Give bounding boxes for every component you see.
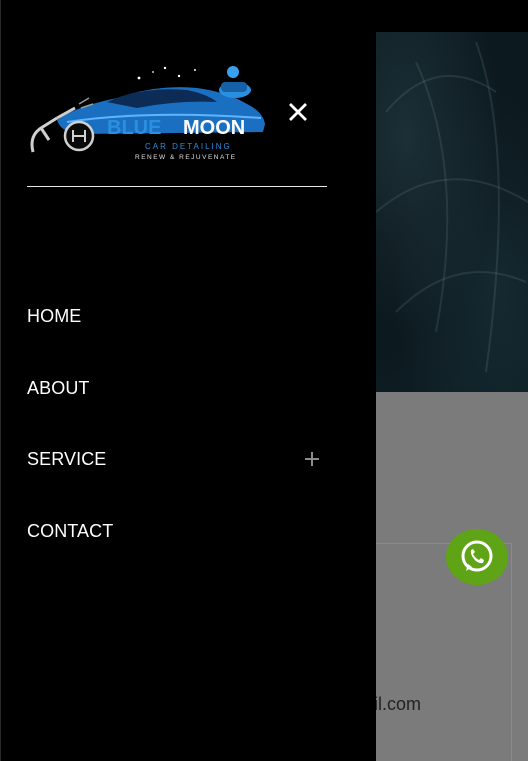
- whatsapp-button[interactable]: [446, 529, 508, 585]
- menu-item-home[interactable]: HOME: [27, 280, 327, 352]
- brand-name-part2: MOON: [183, 117, 245, 139]
- hero-image: [376, 32, 528, 392]
- menu-item-contact[interactable]: CONTACT: [27, 495, 327, 567]
- menu-item-label: HOME: [27, 305, 82, 326]
- drawer-divider: [27, 186, 327, 187]
- close-menu-button[interactable]: [285, 99, 311, 125]
- brand-tagline: RENEW & REJUVENATE: [135, 154, 237, 161]
- brand-subtitle: CAR DETAILING: [145, 142, 232, 151]
- mobile-nav-drawer: BLUE MOON CAR DETAILING RENEW & REJUVENA…: [0, 0, 376, 761]
- main-menu: HOME ABOUT SERVICE CONTACT: [27, 280, 327, 567]
- brand-logo[interactable]: BLUE MOON CAR DETAILING RENEW & REJUVENA…: [27, 60, 269, 168]
- menu-item-label: ABOUT: [27, 377, 90, 398]
- menu-item-about[interactable]: ABOUT: [27, 352, 327, 424]
- brand-name-part1: BLUE: [107, 117, 161, 139]
- whatsapp-icon: [461, 540, 493, 572]
- close-icon: [289, 103, 307, 121]
- plus-icon[interactable]: [305, 452, 319, 467]
- menu-item-label: SERVICE: [27, 449, 107, 470]
- menu-item-label: CONTACT: [27, 520, 114, 541]
- menu-item-service[interactable]: SERVICE: [27, 423, 327, 495]
